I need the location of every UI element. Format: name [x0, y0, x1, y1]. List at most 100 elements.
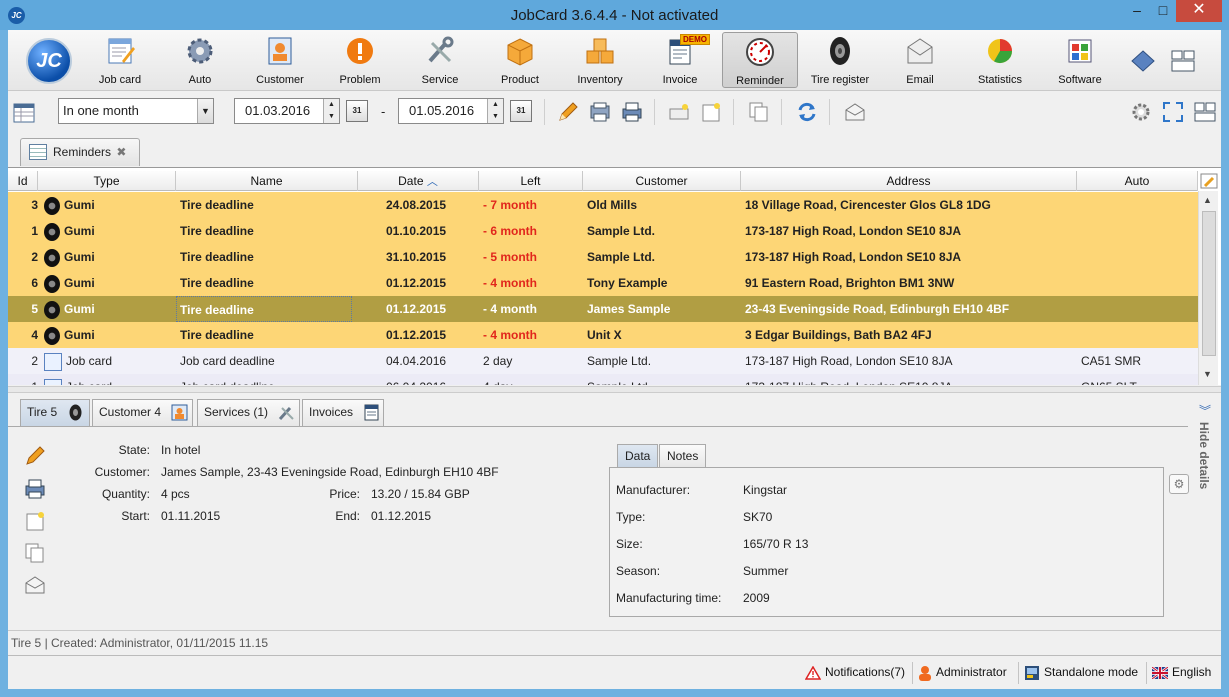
hide-details-toggle[interactable]: ︾ Hide details — [1195, 402, 1217, 502]
print-preview-icon[interactable] — [589, 101, 611, 123]
tab-invoices[interactable]: Invoices — [302, 399, 384, 426]
table-row[interactable]: 1 Job card Job card deadline 06.04.2016 4 da… — [8, 374, 1198, 385]
print-icon[interactable] — [621, 101, 643, 123]
user-button[interactable]: Administrator — [918, 665, 1007, 681]
col-address[interactable]: Address — [741, 171, 1077, 191]
scroll-down-icon[interactable]: ▼ — [1203, 369, 1212, 379]
table-row[interactable]: 1 Gumi Tire deadline 01.10.2015 - 6 month Sam… — [8, 218, 1198, 244]
table-row[interactable]: 2 Gumi Tire deadline 31.10.2015 - 5 month Sam… — [8, 244, 1198, 270]
col-name[interactable]: Name — [176, 171, 358, 191]
tab-services[interactable]: Services (1) — [197, 399, 300, 426]
fullscreen-icon[interactable] — [1162, 101, 1184, 123]
ribbon-auto-button[interactable]: Auto — [162, 32, 238, 88]
cell-customer: Sample Ltd. — [587, 374, 739, 385]
table-row[interactable]: 4 Gumi Tire deadline 01.12.2015 - 4 month Uni… — [8, 322, 1198, 348]
col-type[interactable]: Type — [38, 171, 176, 191]
ribbon-label: Customer — [256, 74, 304, 86]
new-document-icon[interactable] — [700, 101, 722, 123]
email-icon[interactable] — [24, 574, 46, 596]
date-to-field[interactable]: 01.05.2016 ▲ ▼ — [398, 98, 504, 124]
new-document-icon[interactable] — [24, 510, 46, 532]
cell-auto — [1081, 322, 1196, 348]
cell-customer: Sample Ltd. — [587, 244, 739, 270]
email-icon[interactable] — [844, 101, 866, 123]
cell-id: 6 — [18, 270, 38, 296]
column-chooser-icon[interactable] — [1200, 172, 1218, 190]
ribbon-customer-button[interactable]: Customer — [242, 32, 318, 88]
ribbon-product-button[interactable]: Product — [482, 32, 558, 88]
maximize-button[interactable]: □ — [1150, 0, 1176, 22]
minimize-button[interactable]: – — [1124, 0, 1150, 22]
tab-notes[interactable]: Notes — [659, 444, 707, 467]
splitter[interactable] — [8, 386, 1221, 393]
vertical-scrollbar[interactable]: ▲ ▼ — [1198, 191, 1218, 385]
col-id[interactable]: Id — [8, 171, 38, 191]
tab-reminders[interactable]: Reminders ✖ — [20, 138, 140, 166]
col-date[interactable]: Date ︿ — [358, 171, 479, 191]
calendar-to-button[interactable]: 31 — [510, 100, 532, 122]
notifications-button[interactable]: Notifications(7) — [805, 665, 905, 680]
ribbon-software-button[interactable]: Software — [1042, 32, 1118, 88]
calendar-from-button[interactable]: 31 — [346, 100, 368, 122]
ribbon-statistics-button[interactable]: Statistics — [962, 32, 1038, 88]
period-select[interactable]: In one month ▼ — [58, 98, 214, 124]
tab-customer[interactable]: Customer 4 — [92, 399, 193, 426]
cell-text: 173-187 High Road, London SE10 8JA — [745, 354, 953, 368]
cell-customer: Old Mills — [587, 192, 739, 218]
cell-date: 01.12.2015 — [386, 270, 476, 296]
col-auto[interactable]: Auto — [1077, 171, 1198, 191]
scroll-thumb[interactable] — [1202, 211, 1216, 356]
edit-pencil-icon[interactable] — [557, 101, 579, 123]
cell-date: 01.12.2015 — [386, 322, 476, 348]
language-button[interactable]: English — [1152, 665, 1211, 679]
ribbon-reminder-button[interactable]: Reminder — [722, 32, 798, 88]
pie-chart-icon — [988, 39, 1012, 64]
cell-auto — [1081, 296, 1196, 322]
ribbon-problem-button[interactable]: Problem — [322, 32, 398, 88]
cell-text: Tire deadline — [180, 276, 254, 290]
ribbon-job-card-button[interactable]: Job card — [82, 32, 158, 88]
edit-pencil-icon[interactable] — [24, 445, 46, 467]
table-row[interactable]: 6 Gumi Tire deadline 01.12.2015 - 4 month Ton… — [8, 270, 1198, 296]
ribbon-label: Reminder — [736, 75, 784, 87]
cell-text: CA51 SMR — [1081, 354, 1142, 368]
col-date-label: Date — [398, 174, 424, 188]
col-left[interactable]: Left — [479, 171, 583, 191]
tab-tire[interactable]: Tire 5 — [20, 399, 90, 426]
ribbon-invoice-button[interactable]: DEMO Invoice — [642, 32, 718, 88]
close-tab-icon[interactable]: ✖ — [116, 145, 126, 159]
ribbon-service-button[interactable]: Service — [402, 32, 478, 88]
window-layout-icon[interactable] — [1170, 48, 1196, 74]
settings-gear-icon[interactable] — [1130, 101, 1152, 123]
tire-icon — [830, 37, 850, 65]
chevron-down-icon[interactable]: ▼ — [197, 99, 213, 123]
table-row[interactable]: 3 Gumi Tire deadline 24.08.2015 - 7 month Old… — [8, 192, 1198, 218]
grid-view-icon[interactable] — [13, 102, 35, 124]
ribbon-inventory-button[interactable]: Inventory — [562, 32, 638, 88]
tab-data[interactable]: Data — [617, 444, 659, 467]
date-from-spinner[interactable]: ▲ ▼ — [323, 99, 339, 123]
jobcard-logo[interactable]: JC — [26, 38, 72, 84]
table-row[interactable]: 2 Job card Job card deadline 04.04.2016 2 da… — [8, 348, 1198, 374]
panel-settings-gear-icon[interactable]: ⚙ — [1169, 474, 1189, 494]
refresh-icon[interactable] — [796, 101, 818, 123]
layers-icon[interactable] — [1130, 48, 1156, 74]
close-button[interactable]: ✕ — [1176, 0, 1222, 22]
reminder-icon — [746, 38, 774, 66]
layout-icon[interactable] — [1194, 101, 1216, 123]
col-customer[interactable]: Customer — [583, 171, 741, 191]
ribbon-email-button[interactable]: Email — [882, 32, 958, 88]
table-row[interactable]: 5 Gumi Tire deadline 01.12.2015 - 4 month Jam… — [8, 296, 1198, 322]
copy-icon[interactable] — [24, 542, 46, 564]
cell-text: 06.04.2016 — [386, 380, 446, 385]
date-from-field[interactable]: 01.03.2016 ▲ ▼ — [234, 98, 340, 124]
scroll-up-icon[interactable]: ▲ — [1203, 195, 1212, 205]
copy-icon[interactable] — [748, 101, 770, 123]
date-to-spinner[interactable]: ▲ ▼ — [487, 99, 503, 123]
note-new-icon[interactable] — [668, 101, 690, 123]
notifications-label: Notifications(7) — [825, 665, 906, 679]
boxes-icon — [586, 38, 614, 64]
print-icon[interactable] — [24, 478, 46, 500]
cell-text: Tire deadline — [180, 198, 254, 212]
ribbon-tire-register-button[interactable]: Tire register — [802, 32, 878, 88]
